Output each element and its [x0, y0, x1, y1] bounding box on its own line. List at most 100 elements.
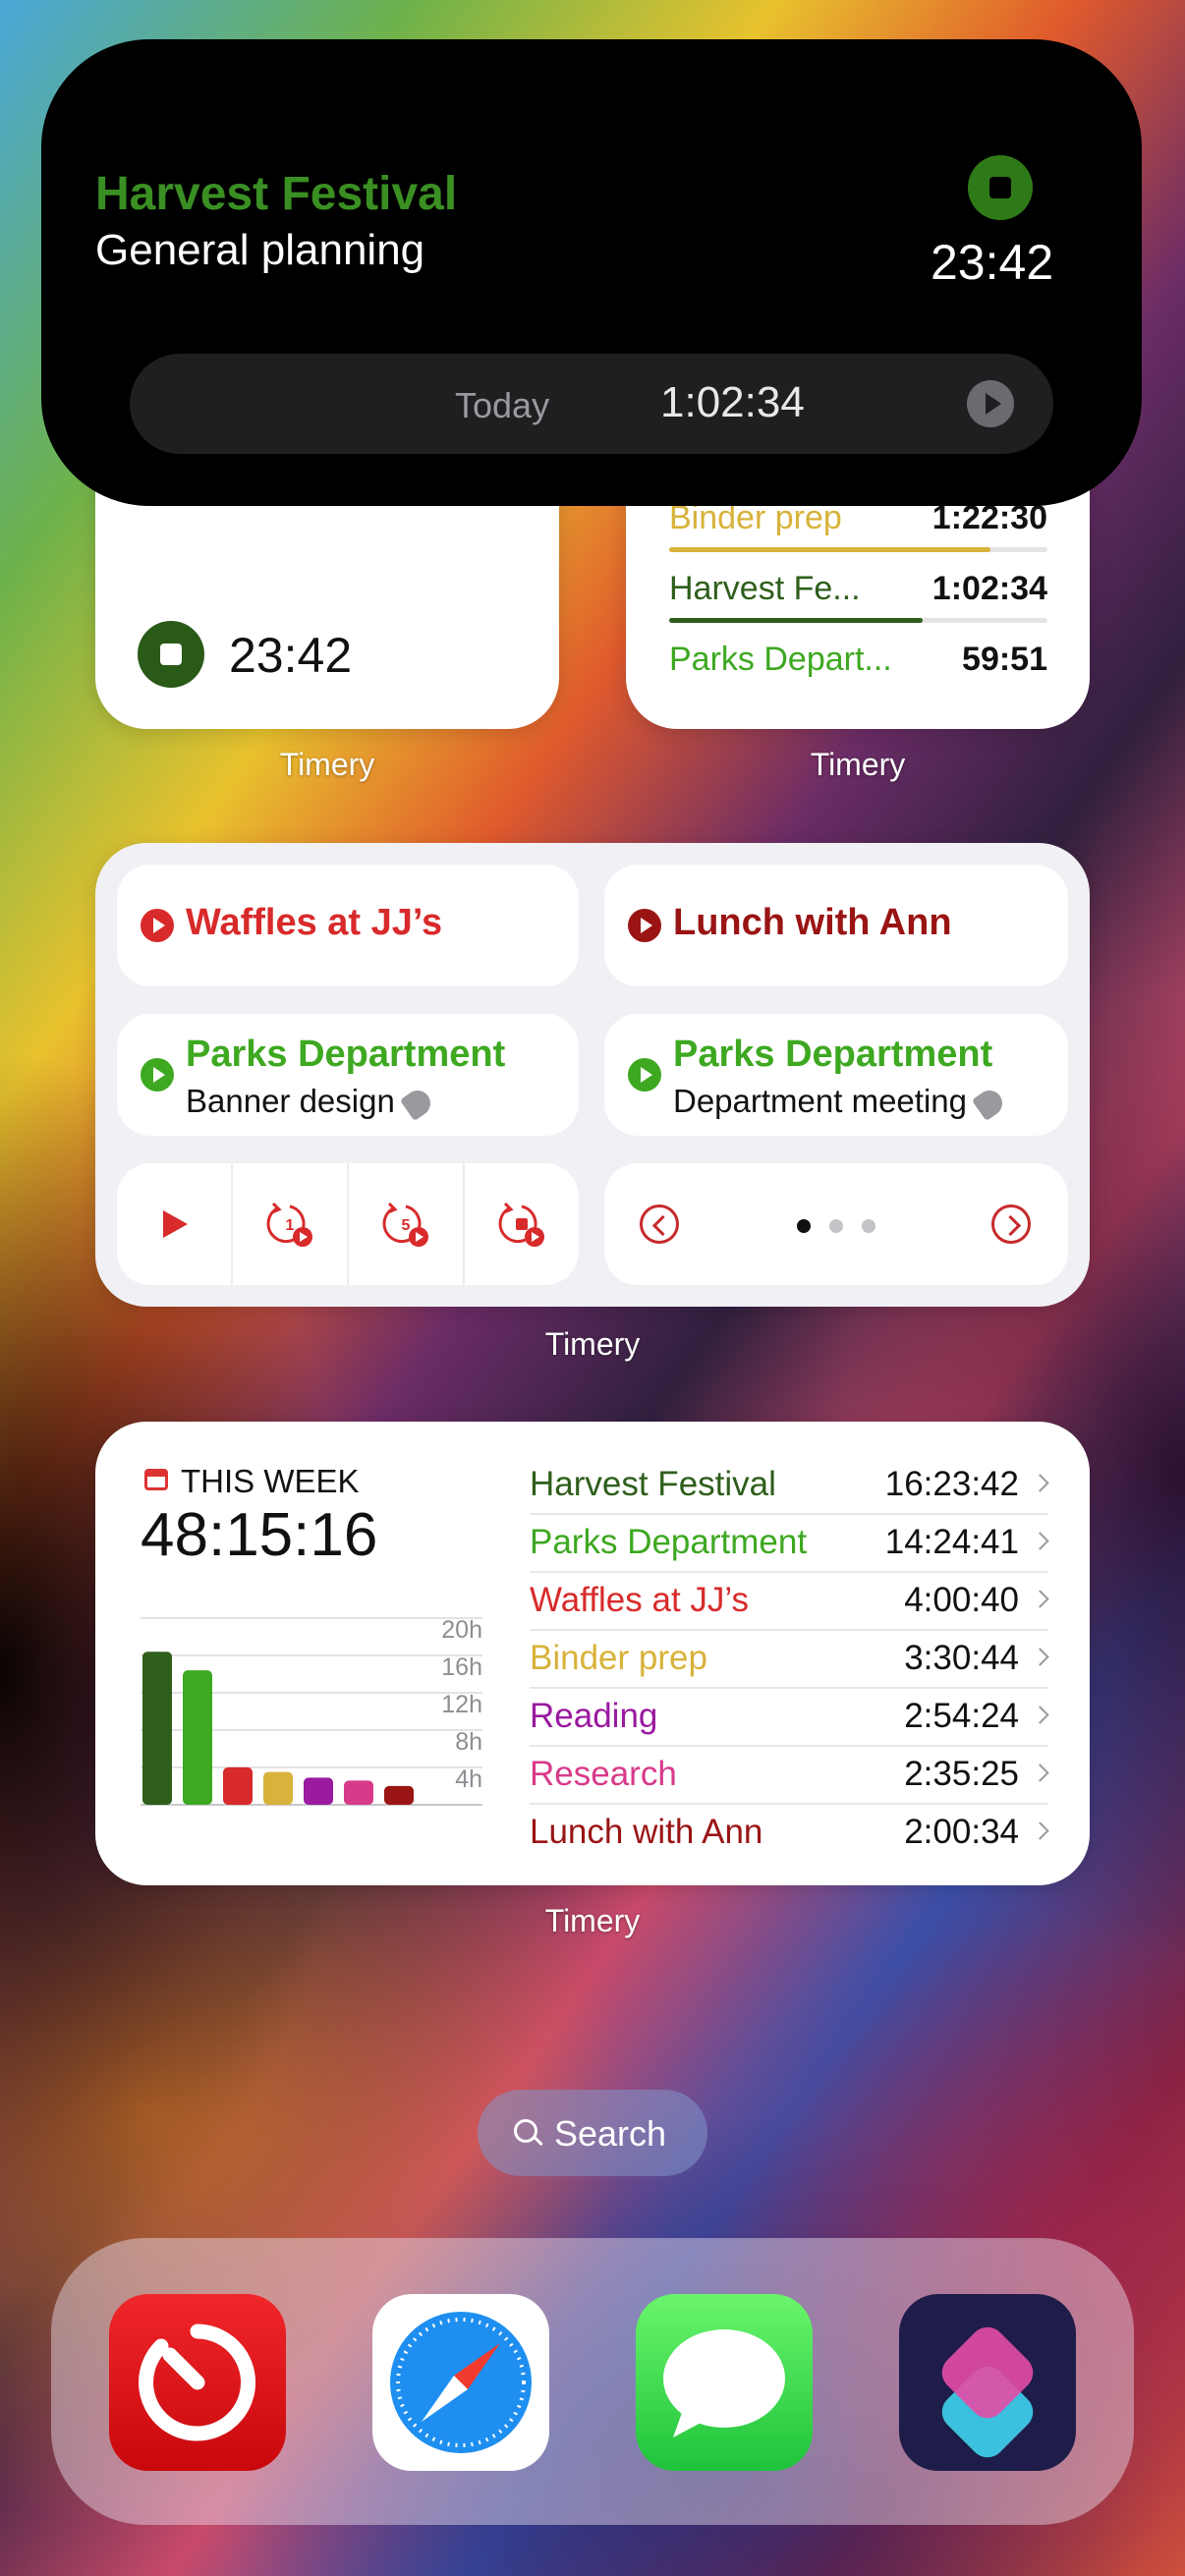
next-page-button[interactable] [991, 1204, 1031, 1244]
restart-5-icon: 5 [382, 1202, 428, 1247]
favorite-subtitle: Banner design [186, 1083, 435, 1122]
bar-parks-department [183, 1670, 212, 1805]
progress-fill [669, 618, 923, 623]
previous-page-button[interactable] [640, 1204, 679, 1244]
timer-controls: 1 5 [117, 1163, 579, 1285]
widget-timer: 23:42 [229, 628, 353, 683]
chevron-right-icon [1031, 1474, 1049, 1492]
restart-stopped-button[interactable] [465, 1163, 579, 1285]
project-row[interactable]: Binder prep 3:30:44 [530, 1631, 1049, 1689]
chevron-right-icon [1031, 1532, 1049, 1550]
favorite-title: Waffles at JJ’s [186, 902, 443, 943]
project-row[interactable]: Parks Depart... 59:51 [669, 633, 1047, 694]
shortcuts-glyph-icon [941, 2326, 1034, 2458]
project-time: 59:51 [962, 641, 1047, 678]
favorites-pager [604, 1163, 1068, 1285]
project-time: 1:02:34 [931, 570, 1047, 607]
tag-icon [971, 1085, 1008, 1122]
chevron-right-icon [1031, 1821, 1049, 1840]
project-time: 2:54:24 [904, 1697, 1019, 1735]
project-name: Research [530, 1755, 677, 1793]
y-tick-label: 12h [441, 1691, 482, 1718]
svg-text:5: 5 [402, 1217, 411, 1234]
svg-text:1: 1 [286, 1217, 295, 1234]
weekly-bar-chart: 20h 16h 12h 8h 4h [141, 1616, 482, 1806]
start-icon [628, 909, 661, 942]
stop-icon [160, 644, 182, 665]
play-icon [163, 1210, 188, 1238]
favorites-widget: Waffles at JJ’s Lunch with Ann Parks Dep… [95, 843, 1090, 1307]
page-dot [862, 1219, 875, 1233]
project-name: Harvest Fe... [669, 570, 861, 607]
favorite-banner-design[interactable]: Parks Department Banner design [117, 1014, 579, 1136]
page-dot [829, 1219, 843, 1233]
compass-icon [390, 2312, 532, 2453]
widget-label: Timery [279, 747, 375, 782]
play-icon[interactable] [967, 380, 1014, 427]
project-row[interactable]: Harvest Fe... 1:02:34 [669, 562, 1047, 623]
week-total: 48:15:16 [141, 1501, 378, 1569]
project-name: Reading [530, 1697, 658, 1735]
project-time: 2:35:25 [904, 1755, 1019, 1793]
favorite-department-meeting[interactable]: Parks Department Department meeting [604, 1014, 1068, 1136]
project-row[interactable]: Parks Department 14:24:41 [530, 1515, 1049, 1573]
project-totals-list: Harvest Festival 16:23:42 Parks Departmen… [530, 1457, 1049, 1861]
live-activity[interactable]: Harvest Festival General planning 23:42 … [41, 39, 1142, 506]
progress-bar [669, 547, 1047, 552]
chevron-right-icon [1031, 1764, 1049, 1782]
project-name: Binder prep [530, 1639, 707, 1677]
y-tick-label: 20h [441, 1616, 482, 1644]
bar-waffles-at-jj-s [223, 1766, 253, 1805]
bar-lunch-with-ann [384, 1785, 414, 1805]
today-total-bar[interactable]: Today 1:02:34 [130, 354, 1053, 454]
live-project-name: Harvest Festival [95, 168, 458, 220]
start-icon [628, 1058, 661, 1092]
start-icon [141, 1058, 174, 1092]
shortcuts-app-icon[interactable] [899, 2294, 1076, 2471]
project-time: 4:00:40 [904, 1581, 1019, 1619]
bar-research [344, 1780, 373, 1805]
project-name: Waffles at JJ’s [530, 1581, 750, 1619]
project-time: 14:24:41 [884, 1523, 1019, 1561]
project-time: 16:23:42 [884, 1465, 1019, 1503]
project-time: 3:30:44 [904, 1639, 1019, 1677]
project-row[interactable]: Waffles at JJ’s 4:00:40 [530, 1573, 1049, 1631]
messages-app-icon[interactable] [636, 2294, 813, 2471]
safari-app-icon[interactable] [372, 2294, 549, 2471]
timery-app-icon[interactable] [109, 2294, 286, 2471]
calendar-icon [144, 1469, 168, 1490]
widget-label: Timery [544, 1326, 641, 1362]
restart-1-icon: 1 [266, 1202, 312, 1247]
progress-bar [669, 618, 1047, 623]
chevron-right-icon [1031, 1648, 1049, 1666]
chevron-right-icon [1031, 1590, 1049, 1608]
weekly-summary-widget[interactable]: THIS WEEK 48:15:16 20h 16h 12h 8h 4h Harvest… [95, 1422, 1090, 1885]
start-timer-button[interactable] [117, 1163, 233, 1285]
y-tick-label: 8h [455, 1728, 482, 1756]
restart-last-button[interactable]: 1 [233, 1163, 349, 1285]
search-icon [514, 2119, 537, 2143]
stop-timer-button[interactable] [138, 621, 204, 688]
restart-5-button[interactable]: 5 [349, 1163, 465, 1285]
project-row[interactable]: Harvest Festival 16:23:42 [530, 1457, 1049, 1515]
week-heading: THIS WEEK [181, 1463, 360, 1499]
project-name: Parks Depart... [669, 641, 892, 678]
search-button[interactable]: Search [478, 2090, 707, 2176]
tag-icon [399, 1085, 435, 1122]
widget-label: Timery [544, 1903, 641, 1938]
favorite-waffles[interactable]: Waffles at JJ’s [117, 865, 579, 986]
live-timer: 23:42 [931, 235, 1054, 290]
speech-bubble-icon [663, 2329, 785, 2437]
y-tick-label: 16h [441, 1653, 482, 1681]
project-row[interactable]: Reading 2:54:24 [530, 1689, 1049, 1747]
search-label: Search [554, 2113, 667, 2154]
project-row[interactable]: Lunch with Ann 2:00:34 [530, 1805, 1049, 1861]
favorite-subtitle-text: Banner design [186, 1083, 395, 1119]
favorite-lunch[interactable]: Lunch with Ann [604, 865, 1068, 986]
stop-timer-button[interactable] [968, 155, 1033, 220]
project-row[interactable]: Research 2:35:25 [530, 1747, 1049, 1805]
dock [51, 2238, 1134, 2525]
bar-reading [304, 1777, 333, 1805]
favorite-subtitle: Department meeting [673, 1083, 1008, 1122]
bar-harvest-festival [142, 1652, 172, 1805]
